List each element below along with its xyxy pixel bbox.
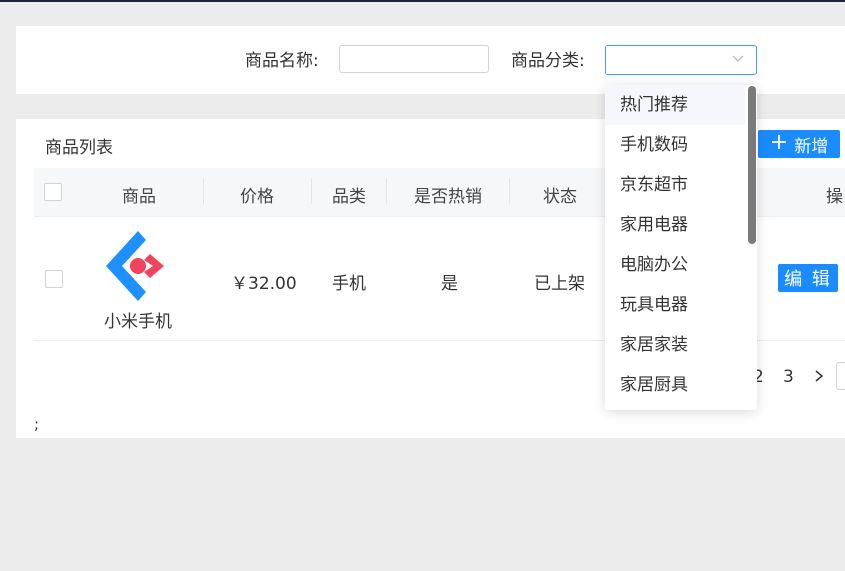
search-panel: 商品名称: 商品分类: (16, 26, 845, 94)
page-jump-input[interactable] (836, 362, 845, 390)
column-divider (311, 178, 312, 204)
footer-text: ; (34, 415, 40, 433)
product-category-select[interactable] (605, 45, 757, 75)
row-checkbox[interactable] (45, 270, 63, 288)
product-hot: 是 (441, 274, 458, 294)
dropdown-option[interactable]: 玩具电器 (605, 285, 745, 325)
column-header-price: 价格 (240, 187, 274, 207)
plus-icon: + (769, 130, 789, 155)
add-button-label: 新增 (794, 136, 829, 157)
category-dropdown: 热门推荐 手机数码 京东超市 家用电器 电脑办公 玩具电器 家居家装 家居厨具 (605, 85, 757, 410)
column-header-product: 商品 (122, 187, 156, 207)
product-price: ￥32.00 (231, 274, 297, 294)
dropdown-option[interactable]: 家居厨具 (605, 365, 745, 405)
dropdown-option[interactable]: 家用电器 (605, 205, 745, 245)
product-name: 小米手机 (104, 312, 172, 332)
column-header-category: 品类 (332, 187, 366, 207)
dropdown-scrollbar[interactable] (748, 86, 756, 244)
product-status: 已上架 (534, 274, 585, 294)
chevron-down-icon (732, 55, 744, 62)
dropdown-option[interactable]: 家居家装 (605, 325, 745, 365)
column-divider (386, 178, 387, 204)
product-category-label: 商品分类: (511, 51, 585, 71)
edit-button[interactable]: 编 辑 (778, 264, 838, 292)
page-3[interactable]: 3 (783, 367, 794, 387)
list-title: 商品列表 (45, 138, 113, 158)
product-category: 手机 (332, 274, 366, 294)
dropdown-option[interactable]: 手机数码 (605, 125, 745, 165)
dropdown-option[interactable]: 电脑办公 (605, 245, 745, 285)
product-logo-icon (106, 231, 164, 301)
product-name-input[interactable] (339, 45, 489, 73)
column-divider (203, 178, 204, 204)
product-name-label: 商品名称: (245, 51, 319, 71)
chevron-right-icon[interactable] (813, 369, 825, 383)
dropdown-option[interactable]: 热门推荐 (605, 85, 745, 125)
column-header-hot: 是否热销 (414, 187, 482, 207)
select-all-checkbox[interactable] (44, 183, 62, 201)
column-divider (509, 178, 510, 204)
column-header-actions: 操 (826, 187, 843, 207)
dropdown-option[interactable]: 京东超市 (605, 165, 745, 205)
add-button[interactable]: + 新增 (758, 130, 840, 158)
column-header-status: 状态 (543, 187, 577, 207)
top-bar (0, 0, 845, 2)
